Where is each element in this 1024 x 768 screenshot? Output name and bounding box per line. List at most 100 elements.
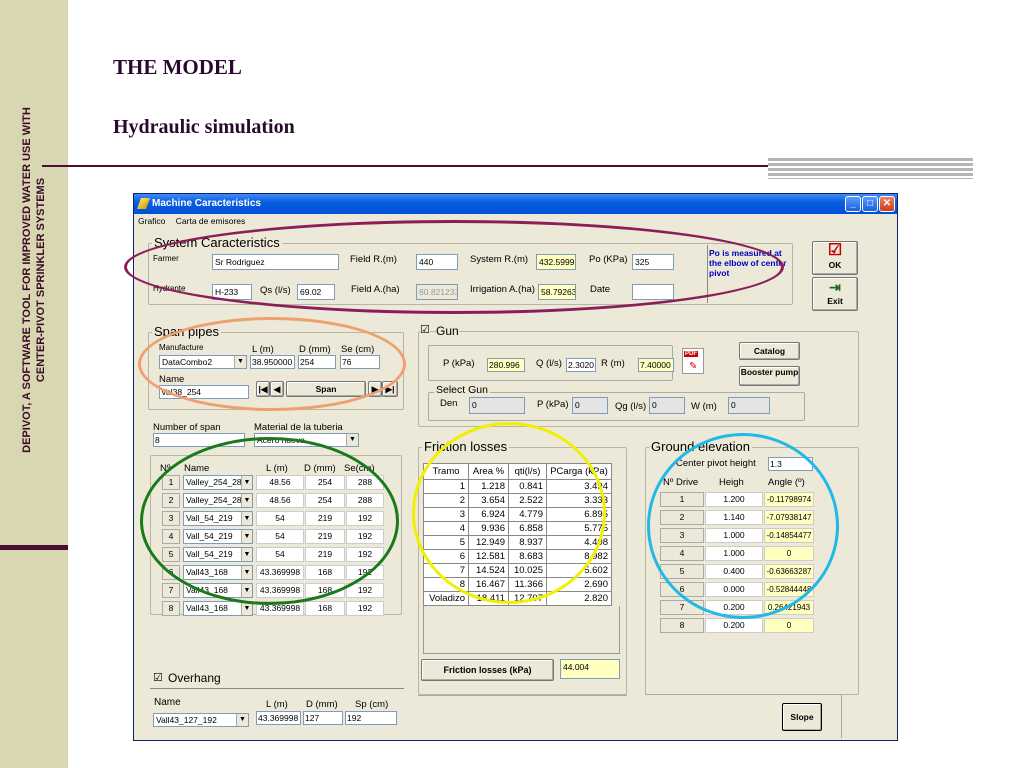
span-row-se[interactable]: 288 [346, 493, 384, 508]
span-row-name-select[interactable]: Vall43_168 ▼ [183, 583, 253, 598]
friction-row: 1 1.218 0.841 3.494 [423, 479, 612, 494]
se-input[interactable]: 76 [340, 355, 380, 369]
system-r-input[interactable]: 432.5999 [536, 254, 576, 270]
span-row-d[interactable]: 168 [305, 583, 345, 598]
overhang-l-input[interactable]: 43.369998 [256, 711, 301, 725]
chevron-down-icon: ▼ [241, 584, 252, 597]
menu-carta-emisores[interactable]: Carta de emisores [176, 216, 245, 226]
nav-next-button[interactable]: ▶ [368, 381, 382, 397]
span-row-se[interactable]: 192 [346, 565, 384, 580]
nav-prev-button[interactable]: ◀ [270, 381, 284, 397]
manufacture-select[interactable]: DataCombo2 ▼ [159, 355, 247, 369]
span-row-l[interactable]: 48.56 [256, 493, 304, 508]
span-row-d[interactable]: 219 [305, 547, 345, 562]
overhang-sp-input[interactable]: 192 [345, 711, 397, 725]
span-row-l[interactable]: 54 [256, 529, 304, 544]
span-row-name-select[interactable]: Vall43_168 ▼ [183, 565, 253, 580]
catalog-button[interactable]: Catalog [739, 342, 800, 360]
ground-row-height[interactable]: 0.400 [705, 564, 763, 579]
w-input[interactable]: 0 [728, 397, 770, 414]
po-input[interactable]: 325 [632, 254, 674, 270]
window-titlebar[interactable]: Machine Caracteristics _ □ ✕ [134, 194, 897, 214]
number-of-span-input[interactable]: 8 [153, 433, 245, 447]
ground-row-height[interactable]: 0.200 [705, 600, 763, 615]
ground-row-height[interactable]: 0.200 [705, 618, 763, 633]
ground-right-line [841, 694, 842, 738]
span-row-l[interactable]: 43.369998 [256, 565, 304, 580]
l-input[interactable]: 38.950000 [250, 355, 295, 369]
span-row-l[interactable]: 54 [256, 547, 304, 562]
span-row-d[interactable]: 254 [305, 475, 345, 490]
ground-row-height[interactable]: 1.140 [705, 510, 763, 525]
irrigation-input[interactable]: 58.79263 [538, 284, 576, 300]
friction-title: Friction losses [422, 439, 510, 454]
pdf-document-icon[interactable]: PDF ✎ [682, 348, 704, 374]
ground-row-height[interactable]: 1.200 [705, 492, 763, 507]
friction-cell-pcarga: 2.690 [546, 577, 612, 592]
qg-input[interactable]: 0 [649, 397, 685, 414]
menu-grafico[interactable]: Grafico [138, 216, 165, 226]
span-row-d[interactable]: 254 [305, 493, 345, 508]
overhang-checkbox[interactable]: ☑ [153, 671, 163, 684]
span-row-l[interactable]: 43.369998 [256, 583, 304, 598]
span-row-name-select[interactable]: Vall43_168 ▼ [183, 601, 253, 616]
span-row-d[interactable]: 219 [305, 529, 345, 544]
qs-input[interactable]: 69.02 [297, 284, 335, 300]
select-gun-title: Select Gun [434, 384, 490, 396]
select-p-input[interactable]: 0 [572, 397, 608, 414]
overhang-name-select[interactable]: Vall43_127_192 ▼ [153, 713, 249, 727]
w-label: W (m) [691, 401, 717, 412]
span-row-l[interactable]: 43.369998 [256, 601, 304, 616]
span-row-l[interactable]: 48.56 [256, 475, 304, 490]
span-row-se[interactable]: 192 [346, 583, 384, 598]
span-row-se[interactable]: 192 [346, 529, 384, 544]
span-row-se[interactable]: 192 [346, 547, 384, 562]
gun-p-input[interactable]: 280.996 [487, 358, 525, 372]
span-row-name-select[interactable]: Valley_254_28 ▼ [183, 475, 253, 490]
field-a-input[interactable]: 60.821233 [416, 284, 458, 300]
span-row-d[interactable]: 219 [305, 511, 345, 526]
date-input[interactable] [632, 284, 674, 300]
span-row-name-select[interactable]: Valley_254_28 ▼ [183, 493, 253, 508]
span-row-name-select[interactable]: Vall_54_219 ▼ [183, 511, 253, 526]
friction-cell-tramo: 5 [423, 535, 469, 550]
ok-button[interactable]: ☑ OK [812, 241, 858, 275]
gun-q-input[interactable]: 2.3020 [566, 358, 596, 372]
name-input[interactable]: Val38_254 [159, 385, 249, 399]
nav-first-button[interactable]: |◀ [256, 381, 270, 397]
exit-button[interactable]: ⇥ Exit [812, 277, 858, 311]
center-pivot-label: Center pivot height [676, 458, 756, 469]
ground-row-height[interactable]: 1.000 [705, 546, 763, 561]
span-row-name: Vall43_168 [186, 603, 228, 613]
span-row-se[interactable]: 192 [346, 601, 384, 616]
booster-pump-button[interactable]: Booster pump [739, 366, 800, 386]
hydrante-input[interactable]: H-233 [212, 284, 252, 300]
d-input[interactable]: 254 [298, 355, 336, 369]
span-row-se[interactable]: 288 [346, 475, 384, 490]
field-r-input[interactable]: 440 [416, 254, 458, 270]
ground-row-height[interactable]: 1.000 [705, 528, 763, 543]
close-button[interactable]: ✕ [879, 196, 895, 212]
minimize-button[interactable]: _ [845, 196, 861, 212]
material-select[interactable]: Acero nuevo ▼ [254, 433, 359, 447]
friction-losses-button[interactable]: Friction losses (kPa) [421, 659, 554, 681]
gun-checkbox[interactable]: ☑ [420, 323, 430, 336]
slope-button[interactable]: Slope [782, 703, 822, 731]
maximize-button[interactable]: □ [862, 196, 878, 212]
ground-row-height[interactable]: 0.000 [705, 582, 763, 597]
span-row-d[interactable]: 168 [305, 601, 345, 616]
span-row-se[interactable]: 192 [346, 511, 384, 526]
farmer-input[interactable]: Sr Rodriguez [212, 254, 339, 270]
friction-total-input[interactable]: 44.004 [560, 659, 620, 679]
span-button[interactable]: Span [286, 381, 366, 397]
nav-last-button[interactable]: ▶| [382, 381, 398, 397]
overhang-d-input[interactable]: 127 [303, 711, 343, 725]
center-pivot-input[interactable]: 1.3 [768, 457, 813, 471]
span-row-name-select[interactable]: Vall_54_219 ▼ [183, 529, 253, 544]
span-row-d[interactable]: 168 [305, 565, 345, 580]
decorative-stripes [768, 158, 973, 179]
span-row-l[interactable]: 54 [256, 511, 304, 526]
den-input[interactable]: 0 [469, 397, 525, 414]
span-row-name-select[interactable]: Vall_54_219 ▼ [183, 547, 253, 562]
gun-r-input[interactable]: 7.40000 [638, 358, 674, 372]
